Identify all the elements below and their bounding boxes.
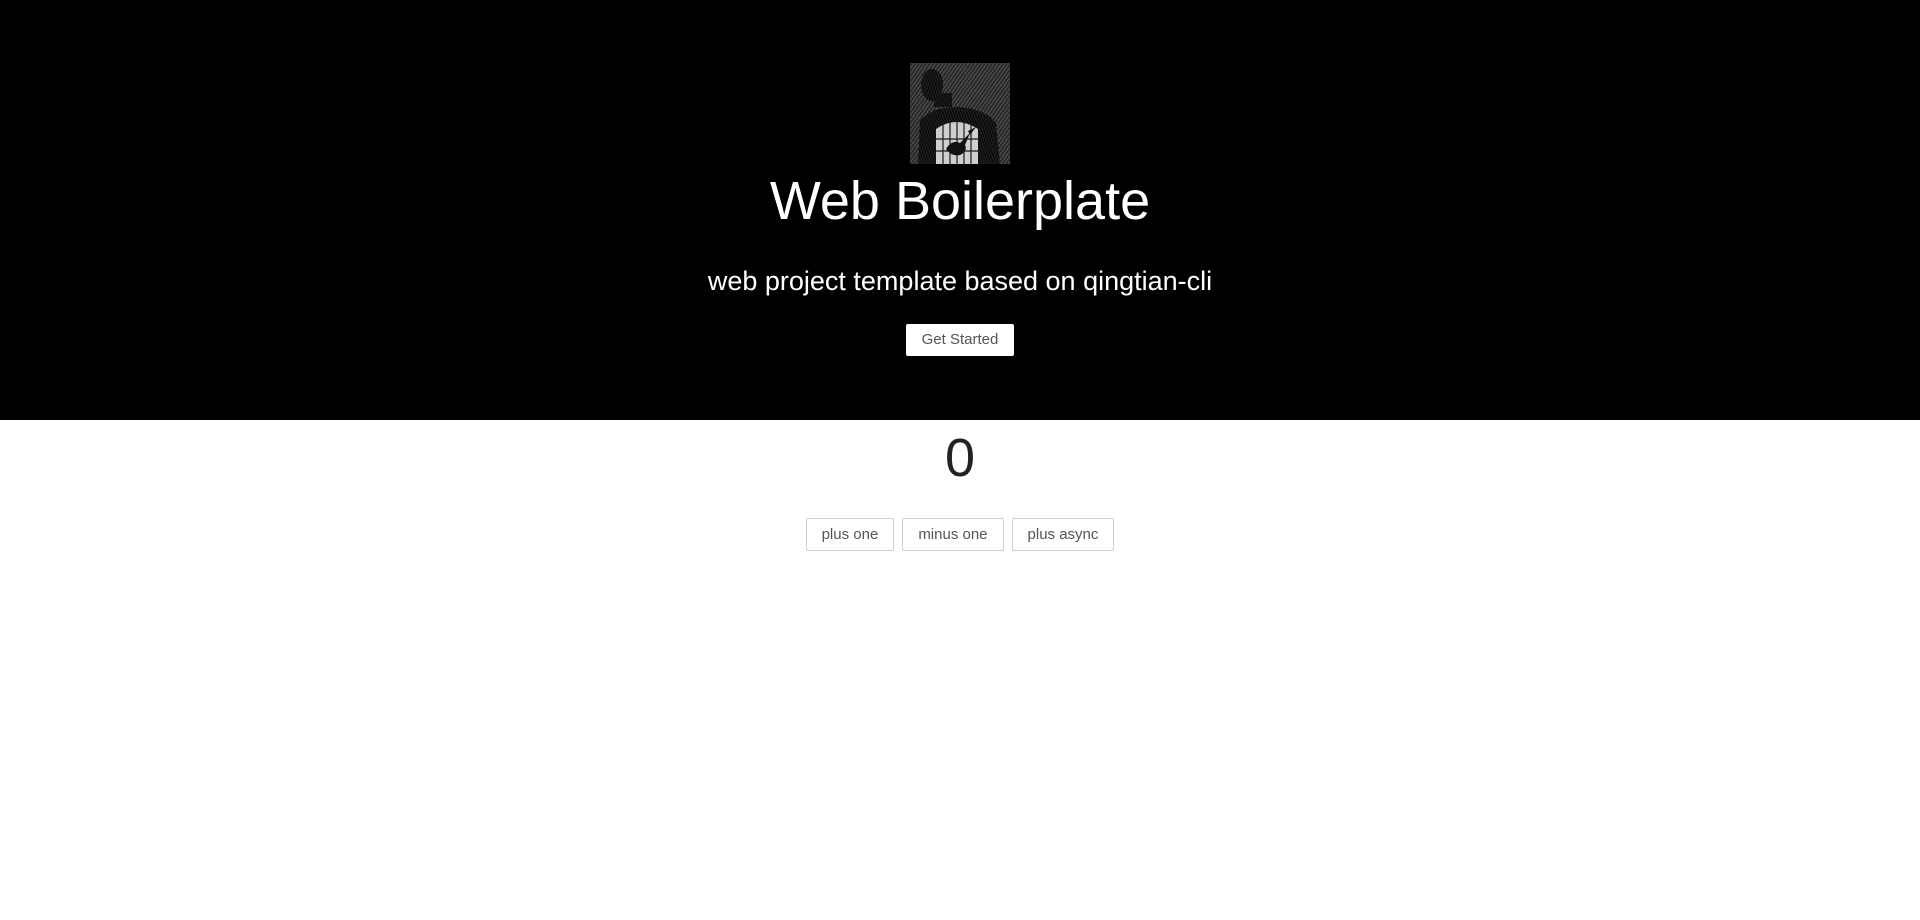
counter-value: 0 [944,428,976,488]
counter-button-group: plus one minus one plus async [0,518,1920,551]
get-started-button[interactable]: Get Started [906,324,1014,356]
hero-subtitle: web project template based on qingtian-c… [707,266,1213,296]
man-with-caged-bird-logo [910,63,1010,164]
plus-async-button[interactable]: plus async [1011,518,1115,551]
hero-title: Web Boilerplate [769,171,1151,231]
hero-section: Web Boilerplate web project template bas… [0,0,1920,420]
plus-one-button[interactable]: plus one [805,518,895,551]
minus-one-button[interactable]: minus one [902,518,1004,551]
